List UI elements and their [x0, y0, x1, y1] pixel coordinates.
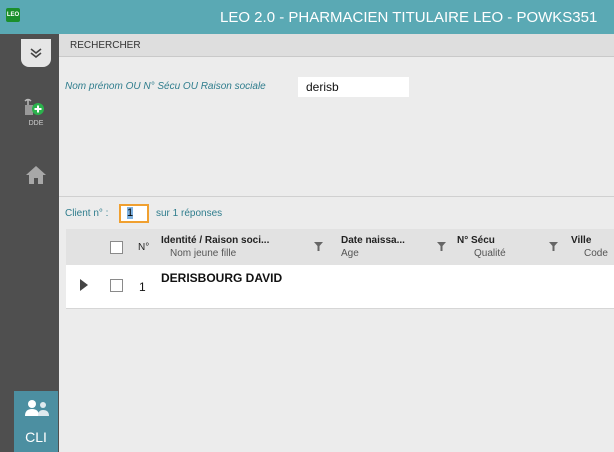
divider: [59, 196, 614, 197]
client-number-label: Client n° :: [65, 208, 109, 219]
leo-logo: LEO: [6, 8, 20, 22]
collapse-sidebar-button[interactable]: [21, 39, 51, 67]
filter-icon[interactable]: [314, 242, 323, 251]
chevron-down-icon: [30, 48, 42, 58]
home-icon[interactable]: [25, 165, 47, 190]
row-number: 1: [139, 280, 146, 294]
column-header-secu[interactable]: N° Sécu: [457, 235, 495, 246]
client-number-input[interactable]: 1: [119, 204, 149, 223]
column-header-identite[interactable]: Identité / Raison soci...: [161, 235, 269, 246]
client-name[interactable]: DERISBOURG DAVID: [161, 271, 282, 285]
cli-label: CLI: [25, 429, 47, 445]
column-subheader-nom-jeune-fille: Nom jeune fille: [170, 248, 237, 259]
results-count: sur 1 réponses: [156, 208, 223, 219]
column-subheader-qualite: Qualité: [474, 248, 506, 259]
search-input[interactable]: [298, 77, 409, 97]
sidebar-item-cli[interactable]: CLI: [14, 391, 58, 452]
search-section-header: RECHERCHER: [59, 34, 614, 57]
search-field-label: Nom prénom OU N° Sécu OU Raison sociale: [65, 81, 266, 92]
filter-icon[interactable]: [437, 242, 446, 251]
column-header-ville[interactable]: Ville: [571, 235, 591, 246]
column-header-num[interactable]: N°: [138, 242, 149, 253]
column-header-date-naissance[interactable]: Date naissa...: [341, 235, 405, 246]
dde-label: DDE: [28, 120, 44, 127]
grid-header: N° Identité / Raison soci... Nom jeune f…: [66, 229, 614, 265]
title-bar: LEO LEO 2.0 - PHARMACIEN TITULAIRE LEO -…: [0, 0, 614, 34]
row-checkbox[interactable]: [110, 279, 123, 292]
window-title: LEO 2.0 - PHARMACIEN TITULAIRE LEO - POW…: [220, 9, 598, 26]
column-subheader-code: Code: [584, 248, 608, 259]
search-section-title: RECHERCHER: [70, 40, 141, 51]
filter-icon[interactable]: [549, 242, 558, 251]
users-icon: [25, 400, 49, 416]
select-all-checkbox[interactable]: [110, 241, 123, 254]
expand-row-icon[interactable]: [80, 279, 88, 291]
main-panel: RECHERCHER Nom prénom OU N° Sécu OU Rais…: [59, 34, 614, 452]
column-subheader-age: Age: [341, 248, 359, 259]
table-row[interactable]: 1 DERISBOURG DAVID: [66, 265, 614, 309]
